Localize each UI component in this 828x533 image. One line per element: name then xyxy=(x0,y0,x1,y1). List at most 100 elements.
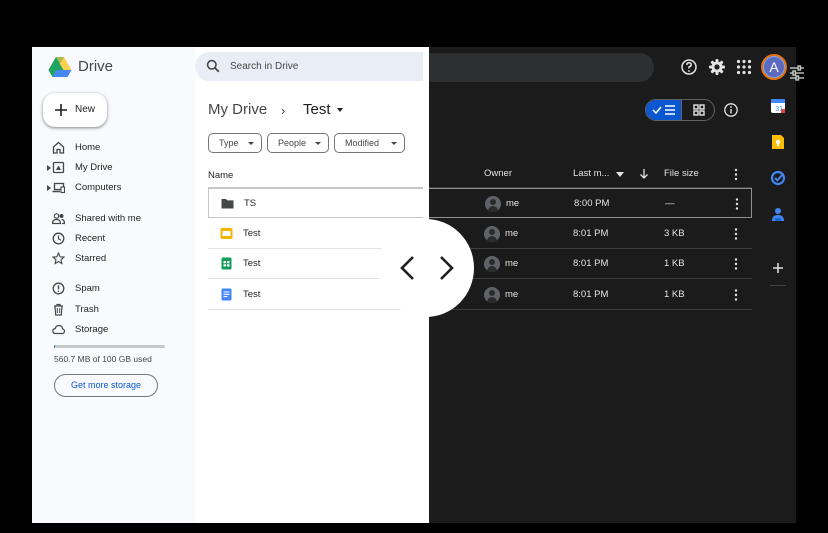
slides-icon xyxy=(220,228,233,239)
list-view-button[interactable] xyxy=(646,100,682,120)
sort-arrow-down-icon[interactable] xyxy=(639,168,649,180)
chevron-down-icon xyxy=(248,142,254,145)
owner-avatar-icon xyxy=(484,287,500,303)
sidebar-item-home[interactable]: Home xyxy=(52,139,192,157)
left-right-arrows-icon xyxy=(400,256,454,280)
storage-usage-bar xyxy=(54,345,165,348)
size-cell: 3 KB xyxy=(664,228,685,239)
compare-slider-handle[interactable] xyxy=(378,219,474,317)
sidebar-item-spam[interactable]: Spam xyxy=(52,280,192,298)
column-menu-caret-icon[interactable] xyxy=(616,172,624,178)
search-options-icon[interactable] xyxy=(788,64,806,82)
modified-cell: 8:00 PM xyxy=(574,198,610,209)
contacts-icon[interactable] xyxy=(770,206,786,222)
home-icon xyxy=(52,141,65,154)
calendar-icon[interactable]: 31 xyxy=(770,98,786,114)
sidebar-item-label: Spam xyxy=(75,283,100,294)
chevron-down-icon xyxy=(315,142,321,145)
svg-text:31: 31 xyxy=(775,106,783,113)
my-drive-icon xyxy=(52,161,65,174)
chevron-down-icon xyxy=(391,142,397,145)
owner-cell: me xyxy=(505,228,519,239)
row-more-icon[interactable] xyxy=(730,227,742,241)
spam-icon xyxy=(52,282,65,295)
drive-logo-icon[interactable] xyxy=(48,56,72,78)
help-icon[interactable] xyxy=(680,58,698,76)
settings-gear-icon[interactable] xyxy=(708,58,726,76)
search-input[interactable] xyxy=(230,52,420,81)
sidebar-item-label: Starred xyxy=(75,253,107,264)
owner-cell: me xyxy=(506,198,520,209)
column-last-modified[interactable]: Last m... xyxy=(573,168,609,179)
view-toggle[interactable] xyxy=(645,99,715,121)
grid-icon xyxy=(693,104,705,116)
column-name[interactable]: Name xyxy=(208,170,233,181)
sidebar-item-label: Computers xyxy=(75,182,122,193)
filter-type-chip[interactable]: Type xyxy=(208,133,262,153)
sheets-icon xyxy=(221,257,232,270)
add-icon[interactable] xyxy=(770,260,786,276)
sidebar-item-recent[interactable]: Recent xyxy=(52,230,192,248)
rail-divider xyxy=(770,285,786,286)
file-row[interactable]: TS xyxy=(208,188,423,218)
owner-avatar-icon xyxy=(484,226,500,242)
file-row[interactable]: Test xyxy=(208,280,403,310)
search-bar[interactable] xyxy=(195,52,423,81)
file-name: Test xyxy=(243,228,261,239)
row-more-icon[interactable] xyxy=(731,197,743,211)
sidebar-item-shared-with-me[interactable]: Shared with me xyxy=(52,210,192,228)
folder-icon xyxy=(221,199,234,209)
get-more-storage-button[interactable]: Get more storage xyxy=(54,374,158,397)
sidebar-item-label: My Drive xyxy=(75,162,113,173)
clock-icon xyxy=(52,232,65,245)
light-theme-pane: Drive New Home My Drive Computers Shared… xyxy=(32,47,429,523)
new-button[interactable]: New xyxy=(43,93,107,127)
grid-view-button[interactable] xyxy=(682,100,714,120)
file-row[interactable]: Test xyxy=(208,219,382,249)
modified-cell: 8:01 PM xyxy=(573,289,609,300)
breadcrumb-current-folder[interactable]: Test xyxy=(303,101,331,118)
search-icon[interactable] xyxy=(206,59,220,73)
apps-grid-icon[interactable] xyxy=(735,58,753,76)
column-file-size[interactable]: File size xyxy=(664,168,699,179)
more-vert-icon[interactable] xyxy=(731,168,741,181)
brand-title[interactable]: Drive xyxy=(78,58,113,75)
folder-menu-caret-icon[interactable] xyxy=(337,108,343,112)
filter-people-label: People xyxy=(278,138,307,148)
star-icon xyxy=(52,252,65,265)
docs-icon xyxy=(221,288,232,301)
file-row[interactable]: Test xyxy=(208,249,382,279)
size-cell: 1 KB xyxy=(664,258,685,269)
size-cell: — xyxy=(665,198,675,209)
sidebar-item-computers[interactable]: Computers xyxy=(47,179,192,197)
sidebar-item-storage[interactable]: Storage xyxy=(52,321,192,339)
sidebar-item-starred[interactable]: Starred xyxy=(52,250,192,268)
expand-caret-icon[interactable] xyxy=(47,185,51,191)
check-list-icon xyxy=(652,105,675,115)
file-name: Test xyxy=(243,289,261,300)
side-panel-rail: 31 xyxy=(760,87,796,523)
sidebar-item-trash[interactable]: Trash xyxy=(52,301,192,319)
expand-caret-icon[interactable] xyxy=(47,165,51,171)
sidebar-item-my-drive[interactable]: My Drive xyxy=(47,159,192,177)
tasks-icon[interactable] xyxy=(770,170,786,186)
owner-avatar-icon xyxy=(484,256,500,272)
breadcrumb-my-drive[interactable]: My Drive xyxy=(208,101,267,118)
owner-cell: me xyxy=(505,258,519,269)
keep-icon[interactable] xyxy=(770,134,786,150)
breadcrumb-separator: › xyxy=(281,103,286,118)
account-avatar[interactable]: A xyxy=(761,54,787,80)
computers-icon xyxy=(52,182,65,194)
row-more-icon[interactable] xyxy=(730,288,742,302)
filter-people-chip[interactable]: People xyxy=(267,133,329,153)
storage-usage-fill xyxy=(54,345,56,348)
column-owner[interactable]: Owner xyxy=(484,168,512,179)
sidebar-item-label: Trash xyxy=(75,304,99,315)
filter-modified-chip[interactable]: Modified xyxy=(334,133,405,153)
owner-avatar-icon xyxy=(485,196,501,212)
info-icon[interactable] xyxy=(723,102,739,118)
size-cell: 1 KB xyxy=(664,289,685,300)
shared-icon xyxy=(52,213,65,225)
modified-cell: 8:01 PM xyxy=(573,258,609,269)
row-more-icon[interactable] xyxy=(730,257,742,271)
